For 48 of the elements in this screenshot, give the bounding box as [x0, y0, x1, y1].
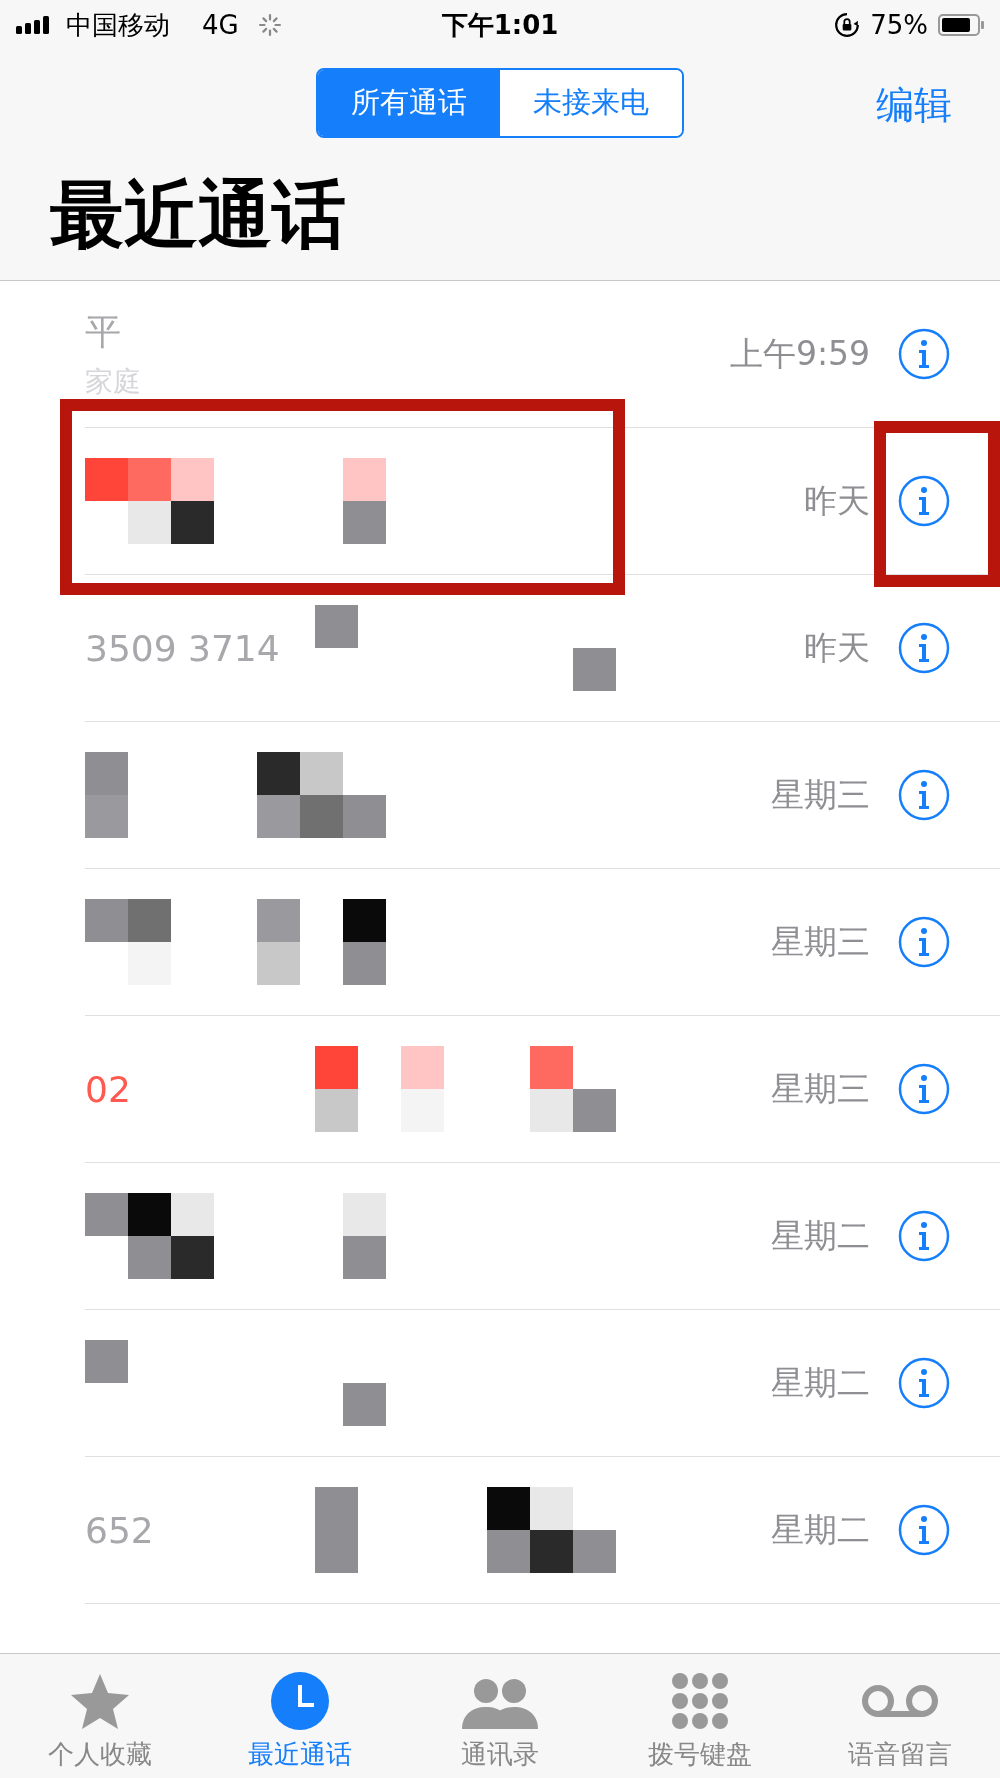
tab-item[interactable]: 个人收藏: [20, 1671, 180, 1772]
call-time: 昨天: [804, 479, 870, 522]
info-button[interactable]: [898, 328, 950, 380]
keypad-icon: [670, 1671, 730, 1731]
call-row[interactable]: 02 星期三: [85, 1016, 1000, 1163]
battery-icon: [938, 14, 984, 36]
battery-text: 75%: [870, 10, 928, 40]
call-time: 星期三: [771, 920, 870, 963]
call-row[interactable]: 3509 3714 昨天: [85, 575, 1000, 722]
call-time: 昨天: [804, 626, 870, 669]
clock-icon: [270, 1671, 330, 1731]
caller-name: 3509 3714: [85, 627, 281, 669]
call-time: 星期三: [771, 773, 870, 816]
call-row[interactable]: 星期二: [85, 1163, 1000, 1310]
call-time: 星期二: [771, 1508, 870, 1551]
info-button[interactable]: [898, 916, 950, 968]
call-row[interactable]: 星期二: [85, 1310, 1000, 1457]
tab-item[interactable]: 最近通话: [220, 1671, 380, 1772]
caller-name: 平: [85, 309, 122, 354]
tab-item[interactable]: 拨号键盘: [620, 1671, 780, 1772]
segment-tab[interactable]: 未接来电: [500, 70, 682, 136]
status-time: 下午1:01: [441, 8, 559, 42]
info-button[interactable]: [898, 1357, 950, 1409]
caller-name: 02: [85, 1068, 132, 1110]
call-time: 星期二: [771, 1361, 870, 1404]
call-time: 上午9:59: [729, 332, 870, 375]
info-button[interactable]: [898, 769, 950, 821]
info-button[interactable]: [898, 475, 950, 527]
info-button[interactable]: [898, 1063, 950, 1115]
info-button[interactable]: [898, 1210, 950, 1262]
call-row[interactable]: 昨天: [85, 428, 1000, 575]
page-title: 最近通话: [50, 170, 347, 259]
tab-item[interactable]: 通讯录: [420, 1671, 580, 1772]
call-row[interactable]: 652 星期二: [85, 1457, 1000, 1604]
info-button[interactable]: [898, 1504, 950, 1556]
info-button[interactable]: [898, 622, 950, 674]
rotation-lock-icon: [834, 12, 861, 38]
call-row[interactable]: 星期三: [85, 869, 1000, 1016]
carrier-text: 中国移动: [66, 8, 170, 42]
edit-button[interactable]: 编辑: [876, 80, 952, 131]
segment-tab[interactable]: 所有通话: [318, 70, 500, 136]
network-text: 4G: [202, 10, 239, 40]
call-time: 星期二: [771, 1214, 870, 1257]
loading-icon: [258, 14, 281, 36]
tab-item[interactable]: 语音留言: [820, 1671, 980, 1772]
call-row[interactable]: 星期三: [85, 722, 1000, 869]
caller-name: 652: [85, 1509, 155, 1551]
call-time: 星期三: [771, 1067, 870, 1110]
